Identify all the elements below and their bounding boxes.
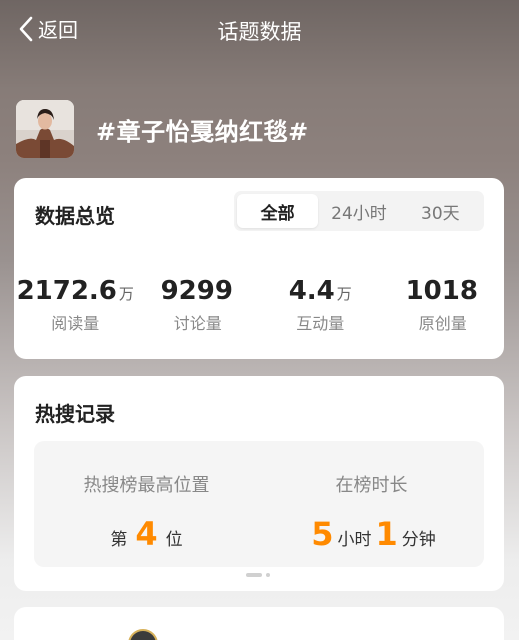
stat-interactions: 4.4 万 互动量 <box>259 276 382 334</box>
hot-search-card: 热搜记录 热搜榜最高位置 第 4 位 在榜时长 5 小时 1 分钟 <box>14 376 504 591</box>
hot-search-box: 热搜榜最高位置 第 4 位 在榜时长 5 小时 1 分钟 <box>34 441 484 567</box>
stat-originals: 1018 原创量 <box>382 276 505 334</box>
next-card <box>14 607 504 640</box>
topic-avatar <box>16 100 74 158</box>
duration-minutes: 1 <box>375 515 398 553</box>
stat-label: 原创量 <box>418 314 467 333</box>
stat-unit: 万 <box>336 285 352 303</box>
peak-value-row: 第 4 位 <box>34 515 259 553</box>
peak-position: 热搜榜最高位置 第 4 位 <box>34 441 259 567</box>
duration-value-row: 5 小时 1 分钟 <box>259 515 484 553</box>
stat-discussions: 9299 讨论量 <box>137 276 260 334</box>
tab-30d[interactable]: 30天 <box>400 194 481 228</box>
nav-bar: 返回 话题数据 <box>0 0 519 60</box>
overview-title: 数据总览 <box>35 204 115 228</box>
duration-hours-unit: 小时 <box>337 530 372 550</box>
stat-value: 2172.6 万 <box>16 276 134 306</box>
stat-label: 阅读量 <box>51 314 100 333</box>
stat-value: 1018 <box>405 276 478 306</box>
stats-row: 2172.6 万 阅读量 9299 讨论量 4.4 万 互动量 1018 原创量 <box>14 276 504 334</box>
topic-header: #章子怡戛纳红毯# <box>16 100 309 158</box>
stat-label: 互动量 <box>296 314 345 333</box>
topic-title: #章子怡戛纳红毯# <box>96 117 309 146</box>
peak-label: 热搜榜最高位置 <box>83 475 210 496</box>
tab-all[interactable]: 全部 <box>237 194 319 228</box>
peak-prefix: 第 <box>110 530 128 550</box>
tab-24h[interactable]: 24小时 <box>318 194 399 228</box>
page-title: 话题数据 <box>217 20 302 44</box>
overview-card: 数据总览 全部 24小时 30天 2172.6 万 阅读量 9299 讨论量 4.… <box>14 178 504 359</box>
peak-suffix: 位 <box>165 530 183 550</box>
peak-value: 4 <box>135 515 158 553</box>
chart-duration: 在榜时长 5 小时 1 分钟 <box>259 441 484 567</box>
stat-label: 讨论量 <box>173 314 222 333</box>
page-indicator <box>246 573 270 577</box>
stat-reads: 2172.6 万 阅读量 <box>14 276 137 334</box>
duration-label: 在榜时长 <box>335 475 408 496</box>
stat-value: 4.4 万 <box>288 276 352 306</box>
page-dot-active <box>246 573 262 577</box>
stat-unit: 万 <box>118 285 134 303</box>
duration-minutes-unit: 分钟 <box>401 530 436 550</box>
time-range-tabs: 全部 24小时 30天 <box>234 191 484 231</box>
stat-value: 9299 <box>160 276 233 306</box>
duration-hours: 5 <box>311 515 334 553</box>
page-dot <box>266 573 270 577</box>
avatar <box>128 629 158 640</box>
hot-search-title: 热搜记录 <box>35 402 115 426</box>
